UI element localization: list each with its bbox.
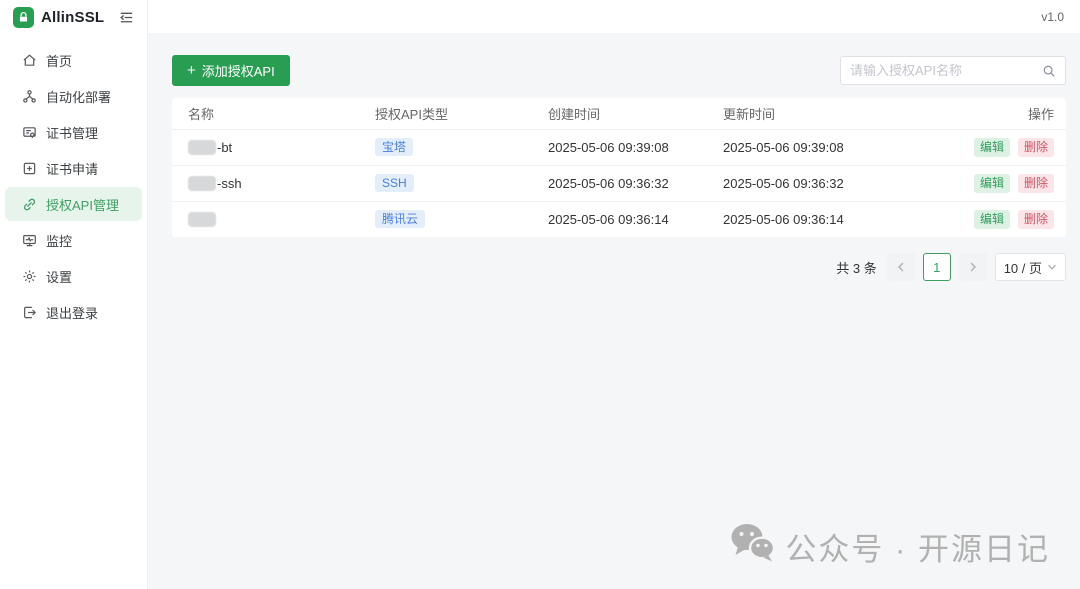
sidebar-item-cert-apply[interactable]: 证书申请 [0, 150, 147, 186]
sidebar-item-logout[interactable]: 退出登录 [0, 294, 147, 330]
sidebar-item-label: 设置 [46, 267, 72, 286]
sidebar-item-label: 首页 [46, 51, 72, 70]
sidebar-item-home[interactable]: 首页 [0, 42, 147, 78]
app-window: AllinSSL 首页 自动化部署 证书 [0, 0, 1080, 589]
name-cell: -ssh [172, 165, 375, 201]
watermark: 公众号 · 开源日记 [729, 522, 1050, 570]
monitor-icon [21, 232, 37, 248]
table-header-row: 名称 授权API类型 创建时间 更新时间 操作 [172, 98, 1066, 129]
sidebar: AllinSSL 首页 自动化部署 证书 [0, 0, 148, 589]
page-size-select[interactable]: 10 / 页 [995, 253, 1066, 281]
toolbar: + 添加授权API [172, 55, 1066, 86]
sidebar-item-label: 退出登录 [46, 303, 98, 322]
column-header-name: 名称 [172, 98, 375, 129]
table-row: -ssh SSH 2025-05-06 09:36:32 2025-05-06 … [172, 165, 1066, 201]
type-cell: 宝塔 [375, 129, 548, 165]
delete-button[interactable]: 删除 [1018, 210, 1054, 229]
add-auth-api-button[interactable]: + 添加授权API [172, 55, 290, 86]
search-box [840, 56, 1066, 85]
search-input[interactable] [850, 63, 1042, 78]
main-area: v1.0 + 添加授权API [148, 0, 1080, 589]
type-cell: SSH [375, 165, 548, 201]
sidebar-item-label: 证书申请 [46, 159, 98, 178]
edit-button[interactable]: 编辑 [974, 210, 1010, 229]
actions-cell: 编辑删除 [906, 165, 1066, 201]
pagination-prev-button[interactable] [887, 253, 915, 281]
home-icon [21, 52, 37, 68]
app-logo-icon [13, 7, 34, 28]
delete-button[interactable]: 删除 [1018, 174, 1054, 193]
edit-button[interactable]: 编辑 [974, 174, 1010, 193]
sidebar-item-monitor[interactable]: 监控 [0, 222, 147, 258]
type-cell: 腾讯云 [375, 201, 548, 237]
type-badge: 宝塔 [375, 138, 413, 156]
top-bar: v1.0 [148, 0, 1080, 33]
created-cell: 2025-05-06 09:36:32 [548, 165, 723, 201]
created-cell: 2025-05-06 09:39:08 [548, 129, 723, 165]
watermark-text: 公众号 · 开源日记 [785, 524, 1050, 569]
sidebar-item-settings[interactable]: 设置 [0, 258, 147, 294]
column-header-type: 授权API类型 [375, 98, 548, 129]
sidebar-item-label: 监控 [46, 231, 72, 250]
redacted-text [188, 140, 216, 155]
actions-cell: 编辑删除 [906, 129, 1066, 165]
api-manage-icon [21, 196, 37, 212]
name-cell [172, 201, 375, 237]
column-header-updated: 更新时间 [723, 98, 906, 129]
logout-icon [21, 304, 37, 320]
plus-icon: + [187, 63, 196, 78]
pagination-page-1[interactable]: 1 [923, 253, 951, 281]
delete-button[interactable]: 删除 [1018, 138, 1054, 157]
sidebar-collapse-icon[interactable] [117, 8, 135, 26]
updated-cell: 2025-05-06 09:39:08 [723, 129, 906, 165]
redacted-text [188, 212, 216, 227]
logo-row: AllinSSL [0, 0, 147, 34]
sidebar-item-label: 证书管理 [46, 123, 98, 142]
actions-cell: 编辑删除 [906, 201, 1066, 237]
name-text: -bt [217, 140, 232, 155]
content-area: + 添加授权API 名称 [148, 33, 1080, 589]
cert-apply-icon [21, 160, 37, 176]
search-icon[interactable] [1042, 64, 1056, 78]
table-row: 腾讯云 2025-05-06 09:36:14 2025-05-06 09:36… [172, 201, 1066, 237]
name-text: -ssh [217, 176, 242, 191]
sidebar-item-label: 自动化部署 [46, 87, 111, 106]
pagination: 共 3 条 1 10 / 页 [172, 253, 1066, 281]
sidebar-item-cert-manage[interactable]: 证书管理 [0, 114, 147, 150]
pagination-next-button[interactable] [959, 253, 987, 281]
app-title: AllinSSL [41, 9, 110, 26]
sidebar-item-label: 授权API管理 [46, 195, 119, 214]
page-size-value: 10 / 页 [1004, 258, 1042, 277]
sidebar-nav: 首页 自动化部署 证书管理 证书申请 [0, 42, 147, 330]
edit-button[interactable]: 编辑 [974, 138, 1010, 157]
auth-api-table-card: 名称 授权API类型 创建时间 更新时间 操作 -bt 宝塔 2025-05-0… [172, 98, 1066, 237]
updated-cell: 2025-05-06 09:36:32 [723, 165, 906, 201]
version-label: v1.0 [1041, 10, 1064, 24]
column-header-actions: 操作 [906, 98, 1066, 129]
sidebar-item-auto-deploy[interactable]: 自动化部署 [0, 78, 147, 114]
column-header-created: 创建时间 [548, 98, 723, 129]
settings-icon [21, 268, 37, 284]
name-cell: -bt [172, 129, 375, 165]
redacted-text [188, 176, 216, 191]
deploy-icon [21, 88, 37, 104]
cert-manage-icon [21, 124, 37, 140]
wechat-icon [729, 522, 775, 570]
updated-cell: 2025-05-06 09:36:14 [723, 201, 906, 237]
add-auth-api-button-label: 添加授权API [202, 61, 275, 80]
auth-api-table: 名称 授权API类型 创建时间 更新时间 操作 -bt 宝塔 2025-05-0… [172, 98, 1066, 237]
type-badge: 腾讯云 [375, 210, 425, 228]
type-badge: SSH [375, 174, 414, 192]
chevron-down-icon [1047, 262, 1057, 272]
sidebar-item-api-manage[interactable]: 授权API管理 [5, 187, 142, 221]
created-cell: 2025-05-06 09:36:14 [548, 201, 723, 237]
pagination-total: 共 3 条 [836, 258, 876, 277]
table-row: -bt 宝塔 2025-05-06 09:39:08 2025-05-06 09… [172, 129, 1066, 165]
